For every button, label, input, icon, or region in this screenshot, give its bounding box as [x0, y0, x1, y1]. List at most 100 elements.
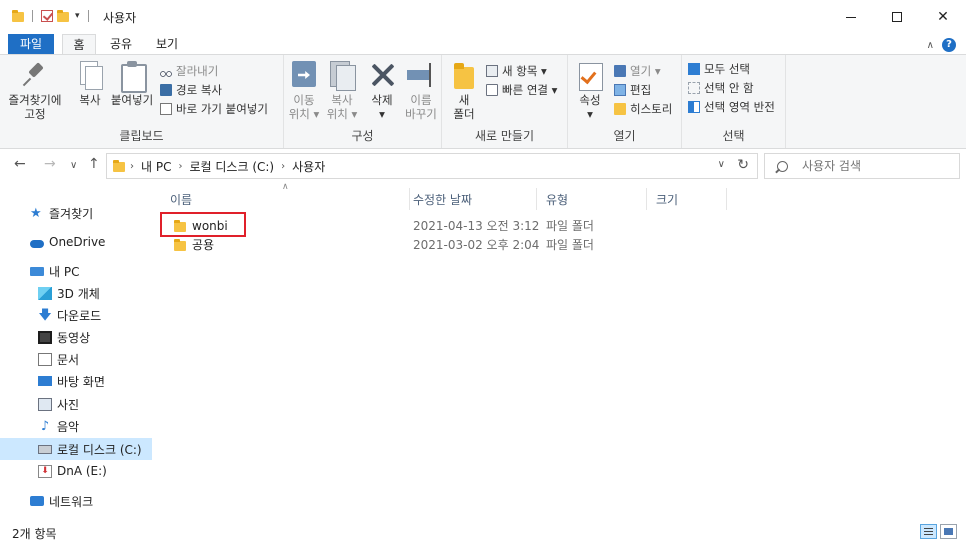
properties-check-icon[interactable] [41, 10, 53, 22]
clipboard-group: 즐겨찾기에 고정 복사 붙여넣기 잘라내기 경로 복사 바로 가기 붙여넣기 클… [0, 55, 284, 148]
tab-share[interactable]: 공유 [104, 34, 138, 54]
nav-music[interactable]: ♪ 음악 [0, 415, 152, 437]
breadcrumb-separator-icon[interactable]: › [130, 161, 134, 172]
paste-shortcut-label: 바로 가기 붙여넣기 [176, 102, 268, 116]
nav-downloads[interactable]: 🡇 다운로드 [0, 304, 152, 326]
move-to-label-line1: 이동 [293, 93, 315, 107]
delete-button[interactable]: 삭제 ▾ [364, 61, 400, 121]
nav-documents[interactable]: 문서 [0, 348, 152, 370]
properties-icon [576, 61, 604, 91]
copy-path-button[interactable]: 경로 복사 [160, 82, 222, 98]
invert-selection-button[interactable]: 선택 영역 반전 [688, 99, 775, 115]
window-title: 사용자 [103, 11, 137, 25]
status-bar: 2개 항목 [0, 518, 966, 547]
nav-videos[interactable]: 동영상 [0, 326, 152, 348]
up-arrow-icon[interactable]: ↑ [88, 156, 100, 172]
column-header-date[interactable]: 수정한 날짜 [403, 188, 537, 210]
select-all-label: 모두 선택 [704, 62, 750, 76]
paste-button[interactable]: 붙여넣기 [108, 61, 156, 107]
pin-to-quick-access-button[interactable]: 즐겨찾기에 고정 [2, 61, 68, 121]
forward-arrow-icon[interactable]: → [44, 156, 56, 172]
breadcrumb-local-disk[interactable]: 로컬 디스크 (C:) [189, 158, 274, 175]
nav-3d-objects[interactable]: 3D 개체 [0, 282, 152, 304]
select-none-icon [688, 82, 700, 94]
organize-group-label: 구성 [351, 129, 374, 143]
open-button[interactable]: 열기 ▾ [614, 63, 661, 79]
title-bar: ▾ 사용자 ✕ [0, 0, 966, 34]
new-folder-icon[interactable] [57, 10, 69, 22]
new-item-button[interactable]: 새 항목 ▾ [486, 63, 547, 79]
collapse-ribbon-chevron-icon[interactable]: ∧ [927, 40, 934, 51]
tab-file[interactable]: 파일 [8, 34, 54, 54]
network-icon [30, 496, 44, 506]
copy-button[interactable]: 복사 [72, 61, 108, 107]
nav-local-disk-label: 로컬 디스크 (C:) [57, 442, 142, 457]
nav-network-label: 네트워크 [49, 494, 94, 509]
new-group: 새 폴더 새 항목 ▾ 빠른 연결 ▾ 새로 만들기 [442, 55, 568, 148]
address-history-chevron-icon[interactable]: ∨ [718, 159, 725, 170]
large-icons-view-icon[interactable] [940, 524, 957, 539]
refresh-icon[interactable]: ↻ [737, 157, 749, 173]
nav-music-label: 음악 [57, 419, 80, 434]
details-view-icon[interactable] [920, 524, 937, 539]
nav-this-pc[interactable]: 내 PC [0, 260, 152, 282]
back-arrow-icon[interactable]: ← [14, 156, 26, 172]
column-header-type[interactable]: 유형 [536, 188, 647, 210]
column-header-size[interactable]: 크기 [646, 188, 727, 210]
nav-onedrive[interactable]: OneDrive [0, 231, 152, 253]
easy-access-button[interactable]: 빠른 연결 ▾ [486, 82, 557, 98]
nav-quick-access[interactable]: ★ 즐겨찾기 [0, 202, 152, 224]
file-name-cell[interactable]: 공용 [162, 235, 214, 255]
breadcrumb-separator-icon[interactable]: › [281, 161, 285, 172]
tab-home[interactable]: 홈 [62, 34, 96, 54]
breadcrumb-this-pc[interactable]: 내 PC [141, 158, 171, 175]
cut-button[interactable]: 잘라내기 [160, 63, 218, 79]
open-icon [614, 65, 626, 77]
maximize-icon [892, 12, 902, 22]
search-input[interactable] [802, 159, 952, 173]
new-folder-button[interactable]: 새 폴더 [446, 61, 482, 121]
new-item-label: 새 항목 ▾ [502, 64, 547, 78]
recent-locations-chevron-icon[interactable]: ∨ [70, 160, 77, 171]
nav-downloads-label: 다운로드 [57, 308, 102, 323]
paste-shortcut-button[interactable]: 바로 가기 붙여넣기 [160, 101, 268, 117]
search-box[interactable] [764, 153, 960, 179]
ribbon-controls: ∧ ? [927, 38, 956, 52]
folder-icon [12, 10, 24, 22]
select-all-button[interactable]: 모두 선택 [688, 61, 750, 77]
folder-icon [174, 239, 186, 251]
table-row[interactable]: 공용 2021-03-02 오후 2:04 파일 폴더 [152, 235, 632, 255]
breadcrumb-separator-icon[interactable]: › [178, 161, 182, 172]
properties-button[interactable]: 속성 ▾ [572, 61, 608, 121]
close-button[interactable]: ✕ [920, 0, 966, 34]
nav-dna-drive[interactable]: ⬇ DnA (E:) [0, 460, 152, 482]
select-group: 모두 선택 선택 안 함 선택 영역 반전 선택 [682, 55, 786, 148]
tab-view[interactable]: 보기 [150, 34, 184, 54]
copy-to-button[interactable]: 복사 위치 ▾ [324, 61, 360, 121]
nav-pictures[interactable]: 사진 [0, 393, 152, 415]
address-bar[interactable]: › 내 PC › 로컬 디스크 (C:) › 사용자 ∨ ↻ [106, 153, 758, 179]
document-icon [38, 352, 52, 366]
paste-label: 붙여넣기 [110, 93, 154, 107]
close-icon: ✕ [937, 9, 949, 25]
copy-to-label-line2: 위치 ▾ [326, 107, 358, 121]
navigation-pane: ★ 즐겨찾기 OneDrive 내 PC 3D 개체 🡇 다운로드 동영상 문서… [0, 184, 152, 518]
customize-toolbar-chevron-icon[interactable]: ▾ [75, 11, 80, 21]
select-group-label: 선택 [722, 129, 745, 143]
rename-button[interactable]: 이름 바꾸기 [402, 61, 440, 121]
select-none-button[interactable]: 선택 안 함 [688, 80, 754, 96]
ribbon-tabs: 파일 홈 공유 보기 [0, 34, 966, 54]
help-icon[interactable]: ? [942, 38, 956, 52]
column-header-name[interactable]: 이름 [160, 188, 410, 210]
move-to-button[interactable]: 이동 위치 ▾ [286, 61, 322, 121]
minimize-button[interactable] [828, 0, 874, 34]
nav-local-disk-c[interactable]: 로컬 디스크 (C:) [0, 438, 152, 460]
edit-button[interactable]: 편집 [614, 82, 651, 98]
easy-access-label: 빠른 연결 ▾ [502, 83, 558, 97]
folder-icon [113, 160, 125, 172]
maximize-button[interactable] [874, 0, 920, 34]
breadcrumb-users[interactable]: 사용자 [292, 158, 325, 175]
history-button[interactable]: 히스토리 [614, 101, 672, 117]
nav-desktop[interactable]: 바탕 화면 [0, 370, 152, 392]
nav-network[interactable]: 네트워크 [0, 490, 152, 512]
